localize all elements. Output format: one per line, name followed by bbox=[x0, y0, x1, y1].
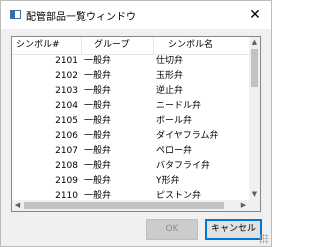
column-header-symbol[interactable]: シンボル# bbox=[12, 37, 82, 54]
cell-group: 一般弁 bbox=[84, 86, 112, 96]
table-row[interactable]: 2109 一般弁 Y形弁 bbox=[12, 174, 250, 189]
close-icon[interactable]: ✕ bbox=[245, 5, 265, 25]
cell-symbol: 2109 bbox=[55, 176, 78, 186]
column-header-symbol-name[interactable]: シンボル名 bbox=[154, 37, 250, 54]
table-row[interactable]: 2105 一般弁 ボール弁 bbox=[12, 114, 250, 129]
table-row[interactable]: 2102 一般弁 玉形弁 bbox=[12, 69, 250, 84]
cell-symbol: 2110 bbox=[55, 191, 78, 200]
scroll-down-icon[interactable]: ▼ bbox=[249, 189, 260, 200]
vertical-scroll-thumb[interactable] bbox=[251, 49, 258, 87]
window-app-icon bbox=[10, 10, 21, 19]
title-bar[interactable]: 配管部品一覧ウィンドウ ✕ bbox=[1, 1, 271, 29]
cell-symbol-name: ピストン弁 bbox=[156, 191, 202, 200]
horizontal-scrollbar[interactable]: ◀ ▶ bbox=[12, 200, 249, 211]
table-row[interactable]: 2101 一般弁 仕切弁 bbox=[12, 54, 250, 69]
cell-group: 一般弁 bbox=[84, 56, 112, 66]
parts-list-window: 配管部品一覧ウィンドウ ✕ シンボル# グループ シンボル名 2101 一般弁 … bbox=[0, 0, 272, 247]
parts-list-view[interactable]: シンボル# グループ シンボル名 2101 一般弁 仕切弁 2102 一般弁 玉… bbox=[11, 36, 261, 212]
cell-symbol-name: バタフライ弁 bbox=[156, 161, 211, 171]
table-row[interactable]: 2106 一般弁 ダイヤフラム弁 bbox=[12, 129, 250, 144]
scroll-up-icon[interactable]: ▲ bbox=[249, 37, 260, 48]
vertical-scrollbar[interactable]: ▲ ▼ bbox=[249, 37, 260, 200]
cell-symbol: 2103 bbox=[55, 86, 78, 96]
table-header: シンボル# グループ シンボル名 bbox=[12, 37, 250, 55]
cell-symbol: 2105 bbox=[55, 116, 78, 126]
resize-grip-icon[interactable] bbox=[259, 234, 269, 244]
ok-button[interactable]: OK bbox=[146, 219, 198, 240]
cell-symbol-name: ボール弁 bbox=[156, 116, 193, 126]
cell-symbol: 2102 bbox=[55, 71, 78, 81]
table-row[interactable]: 2108 一般弁 バタフライ弁 bbox=[12, 159, 250, 174]
table-row[interactable]: 2110 一般弁 ピストン弁 bbox=[12, 189, 250, 200]
cell-group: 一般弁 bbox=[84, 101, 112, 111]
cell-symbol-name: 逆止弁 bbox=[156, 86, 184, 96]
cell-group: 一般弁 bbox=[84, 116, 112, 126]
cell-symbol: 2101 bbox=[55, 56, 78, 66]
table-row[interactable]: 2103 一般弁 逆止弁 bbox=[12, 84, 250, 99]
cell-symbol: 2104 bbox=[55, 101, 78, 111]
scrollbar-corner bbox=[249, 200, 260, 211]
cell-symbol-name: ダイヤフラム弁 bbox=[156, 131, 219, 141]
cell-symbol: 2108 bbox=[55, 161, 78, 171]
horizontal-scroll-thumb[interactable] bbox=[24, 202, 224, 209]
cancel-button[interactable]: キャンセル bbox=[205, 219, 262, 240]
cell-symbol: 2107 bbox=[55, 146, 78, 156]
table-row[interactable]: 2104 一般弁 ニードル弁 bbox=[12, 99, 250, 114]
scroll-right-icon[interactable]: ▶ bbox=[238, 200, 249, 211]
scroll-left-icon[interactable]: ◀ bbox=[12, 200, 23, 211]
table-row[interactable]: 2107 一般弁 ペロー弁 bbox=[12, 144, 250, 159]
window-title: 配管部品一覧ウィンドウ bbox=[26, 12, 136, 23]
cell-symbol-name: Y形弁 bbox=[156, 176, 180, 186]
cell-group: 一般弁 bbox=[84, 176, 112, 186]
cell-symbol-name: 玉形弁 bbox=[156, 71, 184, 81]
cell-symbol-name: ニードル弁 bbox=[156, 101, 202, 111]
cell-symbol-name: ペロー弁 bbox=[156, 146, 193, 156]
cell-group: 一般弁 bbox=[84, 191, 112, 200]
cell-group: 一般弁 bbox=[84, 71, 112, 81]
cell-symbol-name: 仕切弁 bbox=[156, 56, 184, 66]
cell-group: 一般弁 bbox=[84, 131, 112, 141]
column-header-group[interactable]: グループ bbox=[82, 37, 154, 54]
cell-group: 一般弁 bbox=[84, 161, 112, 171]
cell-symbol: 2106 bbox=[55, 131, 78, 141]
cell-group: 一般弁 bbox=[84, 146, 112, 156]
